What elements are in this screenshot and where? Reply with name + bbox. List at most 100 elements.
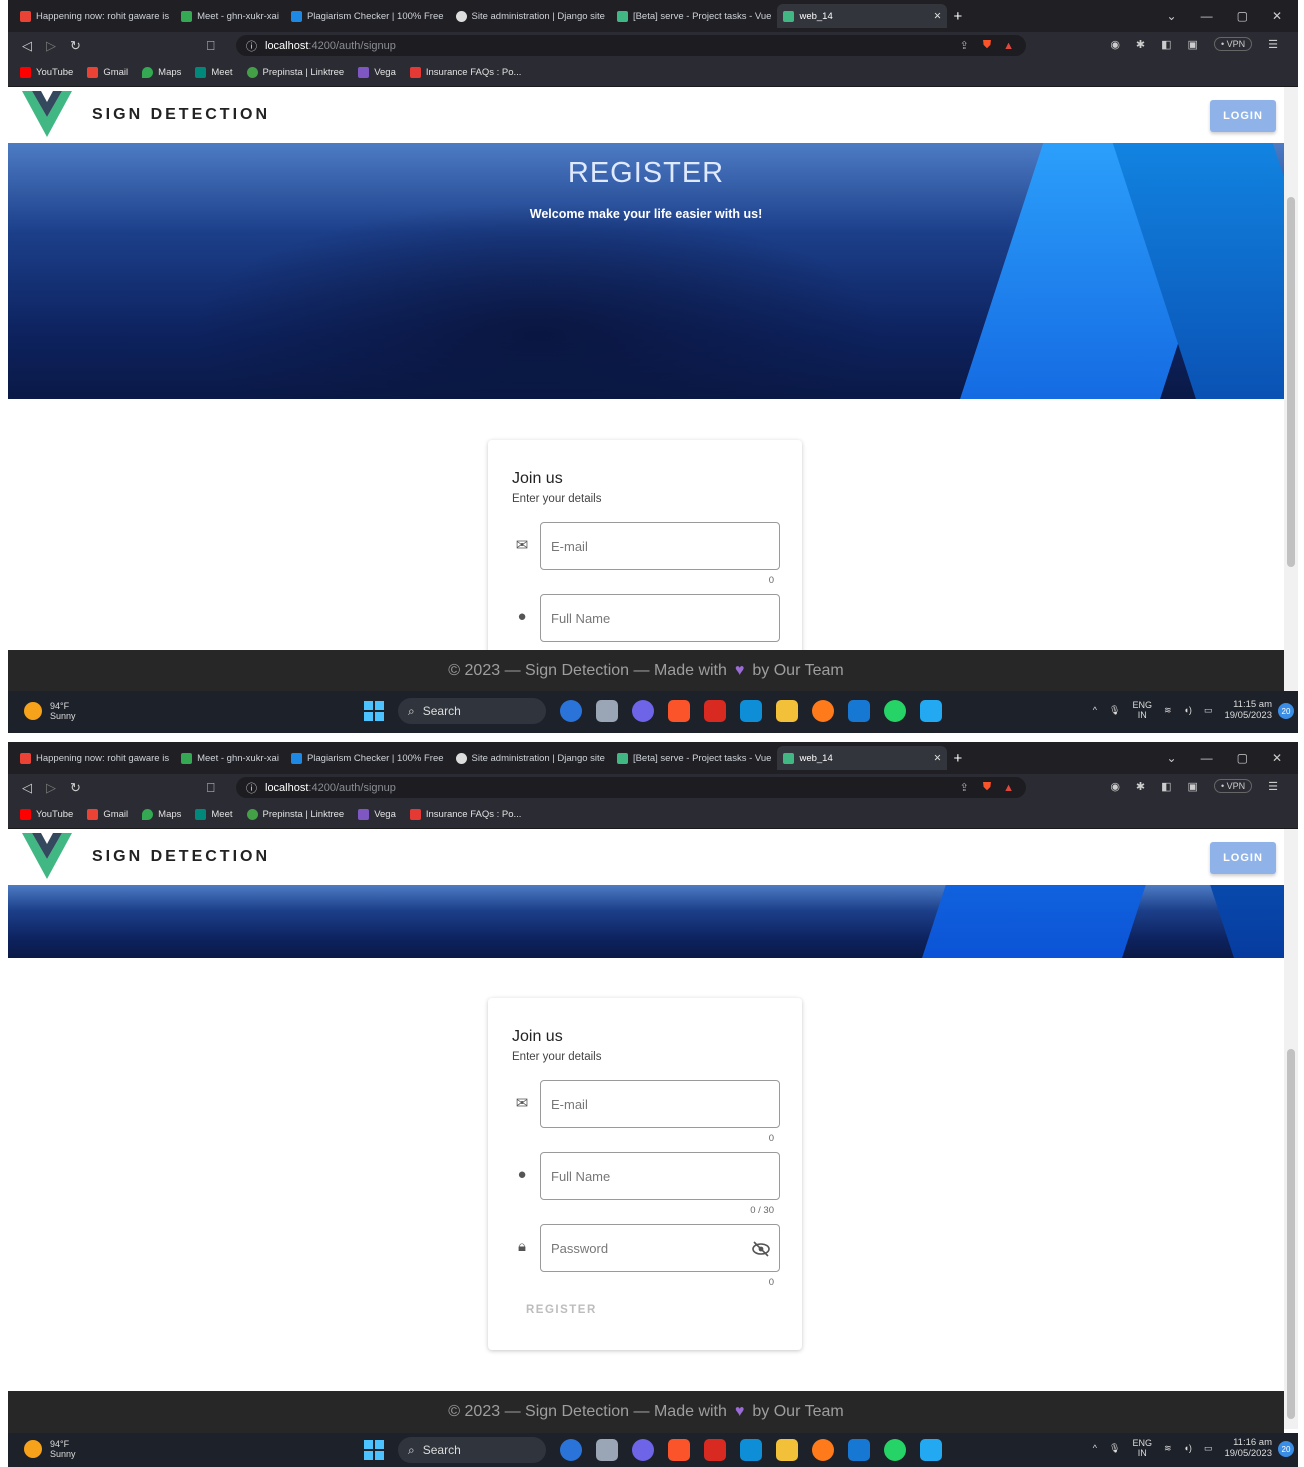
email-box[interactable] bbox=[540, 522, 780, 570]
taskbar-search[interactable]: ⌕ Search bbox=[398, 698, 546, 724]
task-view-icon[interactable] bbox=[596, 700, 618, 722]
share-icon[interactable]: ⇪ bbox=[960, 781, 969, 794]
fullname-input[interactable] bbox=[551, 610, 731, 626]
copilot-icon[interactable] bbox=[560, 1439, 582, 1461]
chevron-up-icon[interactable]: ^ bbox=[1093, 1443, 1097, 1453]
brave-shield-icon[interactable]: ⛊ bbox=[983, 781, 991, 794]
chevron-down-icon[interactable]: ⌄ bbox=[1167, 9, 1177, 23]
bookmark-gmail[interactable]: Gmail bbox=[87, 809, 128, 820]
vscode-icon[interactable] bbox=[920, 1439, 942, 1461]
bookmark-meet[interactable]: Meet bbox=[195, 67, 233, 78]
microphone-icon[interactable]: 🎙 bbox=[1109, 705, 1120, 716]
login-button[interactable]: LOGIN bbox=[1210, 842, 1276, 874]
firefox-icon[interactable] bbox=[812, 1439, 834, 1461]
page-scrollbar[interactable] bbox=[1284, 829, 1298, 1429]
reload-icon[interactable]: ↻ bbox=[70, 38, 81, 54]
fullname-box[interactable] bbox=[540, 1152, 780, 1200]
back-icon[interactable]: ◁ bbox=[22, 780, 32, 796]
notification-badge[interactable]: 20 bbox=[1278, 1441, 1294, 1457]
bookmark-icon[interactable]: ⎕ bbox=[207, 780, 215, 796]
bookmark-vega[interactable]: Vega bbox=[358, 809, 396, 820]
volume-icon[interactable]: ◖) bbox=[1184, 705, 1192, 715]
brave-icon[interactable] bbox=[668, 700, 690, 722]
language-indicator[interactable]: ENG IN bbox=[1132, 700, 1152, 720]
minimize-icon[interactable]: — bbox=[1201, 9, 1213, 23]
firefox-icon[interactable] bbox=[812, 700, 834, 722]
browser-tab-active[interactable]: web_14 ✕ bbox=[777, 746, 948, 770]
browser-tab[interactable]: [Beta] serve - Project tasks - Vue bbox=[611, 746, 778, 770]
vpn-button[interactable]: • VPN bbox=[1213, 37, 1253, 51]
chevron-down-icon[interactable]: ⌄ bbox=[1167, 751, 1177, 765]
bookmark-gmail[interactable]: Gmail bbox=[87, 67, 128, 78]
launcher-icon[interactable] bbox=[740, 1439, 762, 1461]
battery-icon[interactable]: ▭ bbox=[1204, 1443, 1213, 1454]
forward-icon[interactable]: ▷ bbox=[46, 780, 56, 796]
teams-icon[interactable] bbox=[632, 1439, 654, 1461]
page-scrollbar[interactable] bbox=[1284, 87, 1298, 692]
bookmark-maps[interactable]: Maps bbox=[142, 809, 181, 820]
close-tab-icon[interactable]: ✕ bbox=[934, 753, 942, 764]
file-explorer-icon[interactable] bbox=[776, 1439, 798, 1461]
scrollbar-thumb[interactable] bbox=[1287, 1049, 1295, 1419]
clock[interactable]: 11:16 am 19/05/2023 bbox=[1224, 1437, 1272, 1459]
browser-tab[interactable]: Happening now: rohit gaware is bbox=[14, 746, 175, 770]
browser-tab[interactable]: Meet - ghn-xukr-xai bbox=[175, 746, 285, 770]
browser-tab-active[interactable]: web_14 ✕ bbox=[777, 4, 948, 28]
extension-icon[interactable]: ◉ bbox=[1110, 780, 1120, 793]
sidebar-icon[interactable]: ◧ bbox=[1161, 780, 1171, 793]
volume-icon[interactable]: ◖) bbox=[1184, 1443, 1192, 1453]
bookmark-youtube[interactable]: YouTube bbox=[20, 809, 73, 820]
close-window-icon[interactable]: ✕ bbox=[1272, 9, 1282, 23]
bookmark-maps[interactable]: Maps bbox=[142, 67, 181, 78]
browser-tab[interactable]: Site administration | Django site bbox=[450, 746, 611, 770]
maximize-icon[interactable]: ▢ bbox=[1237, 751, 1248, 765]
copilot-icon[interactable] bbox=[560, 700, 582, 722]
password-box[interactable] bbox=[540, 1224, 780, 1272]
fullname-box[interactable] bbox=[540, 594, 780, 642]
maximize-icon[interactable]: ▢ bbox=[1237, 9, 1248, 23]
reload-icon[interactable]: ↻ bbox=[70, 780, 81, 796]
extension-icon[interactable]: ◉ bbox=[1110, 38, 1120, 51]
email-box[interactable] bbox=[540, 1080, 780, 1128]
close-tab-icon[interactable]: ✕ bbox=[934, 11, 942, 22]
back-icon[interactable]: ◁ bbox=[22, 38, 32, 54]
wifi-icon[interactable]: ≋ bbox=[1164, 705, 1172, 716]
vscode-icon[interactable] bbox=[920, 700, 942, 722]
bookmark-vega[interactable]: Vega bbox=[358, 67, 396, 78]
weather-widget[interactable]: 94°F Sunny bbox=[24, 701, 76, 721]
browser-tab[interactable]: Site administration | Django site bbox=[450, 4, 611, 28]
language-indicator[interactable]: ENG IN bbox=[1132, 1438, 1152, 1458]
taskbar-search[interactable]: ⌕ Search bbox=[398, 1437, 546, 1463]
scrollbar-thumb[interactable] bbox=[1287, 197, 1295, 567]
file-explorer-icon[interactable] bbox=[776, 700, 798, 722]
chevron-up-icon[interactable]: ^ bbox=[1093, 705, 1097, 715]
wallet-icon[interactable]: ▣ bbox=[1188, 38, 1198, 51]
info-icon[interactable]: ⓘ bbox=[246, 38, 257, 54]
weather-widget[interactable]: 94°F Sunny bbox=[24, 1439, 76, 1459]
new-tab-button[interactable]: + bbox=[947, 4, 968, 28]
browser-tab[interactable]: Meet - ghn-xukr-xai bbox=[175, 4, 285, 28]
close-window-icon[interactable]: ✕ bbox=[1272, 751, 1282, 765]
battery-icon[interactable]: ▭ bbox=[1204, 705, 1213, 716]
acrobat-icon[interactable] bbox=[704, 700, 726, 722]
email-input[interactable] bbox=[551, 538, 731, 554]
launcher-icon[interactable] bbox=[740, 700, 762, 722]
puzzle-icon[interactable]: ✱ bbox=[1136, 38, 1145, 51]
acrobat-icon[interactable] bbox=[704, 1439, 726, 1461]
browser-tab[interactable]: Happening now: rohit gaware is bbox=[14, 4, 175, 28]
brave-rewards-icon[interactable]: ▲ bbox=[1003, 782, 1014, 794]
vpn-button[interactable]: • VPN bbox=[1213, 779, 1253, 793]
bookmark-linktree[interactable]: Prepinsta | Linktree bbox=[246, 809, 344, 820]
whatsapp-icon[interactable] bbox=[884, 1439, 906, 1461]
fullname-input[interactable] bbox=[551, 1168, 731, 1184]
task-view-icon[interactable] bbox=[596, 1439, 618, 1461]
windows-start-icon[interactable] bbox=[364, 701, 384, 721]
store-icon[interactable] bbox=[848, 1439, 870, 1461]
bookmark-linktree[interactable]: Prepinsta | Linktree bbox=[246, 67, 344, 78]
bookmark-insurance-faqs[interactable]: Insurance FAQs : Po... bbox=[409, 809, 521, 820]
bookmark-youtube[interactable]: YouTube bbox=[20, 67, 73, 78]
teams-icon[interactable] bbox=[632, 700, 654, 722]
login-button[interactable]: LOGIN bbox=[1210, 100, 1276, 132]
menu-icon[interactable]: ☰ bbox=[1268, 38, 1278, 51]
whatsapp-icon[interactable] bbox=[884, 700, 906, 722]
